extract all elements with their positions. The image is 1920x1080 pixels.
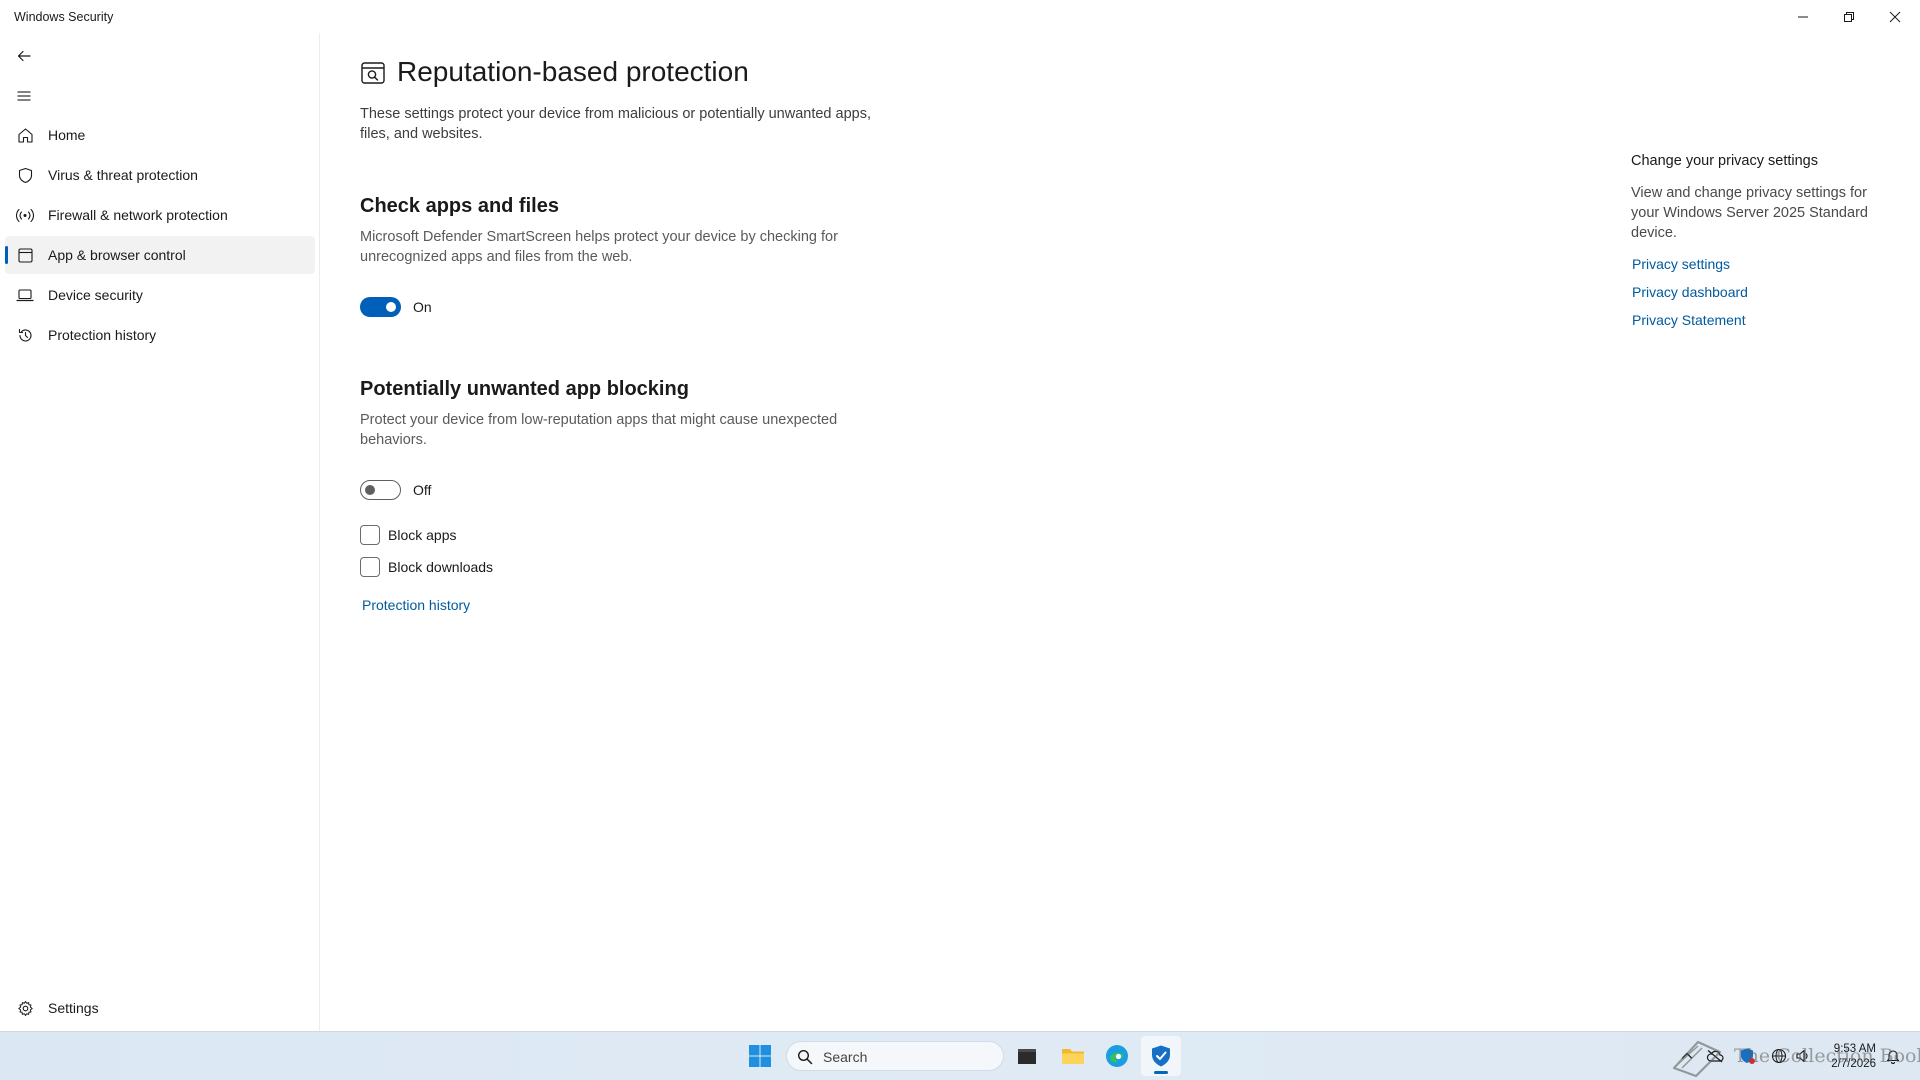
pua-description: Protect your device from low-reputation … xyxy=(360,412,838,448)
onedrive-tray-button[interactable] xyxy=(1706,1047,1724,1065)
notifications-button[interactable] xyxy=(1884,1047,1902,1065)
sidebar-item-firewall[interactable]: Firewall & network protection xyxy=(5,196,315,234)
block-apps-label: Block apps xyxy=(388,527,457,543)
laptop-icon xyxy=(16,286,34,304)
page-title: Reputation-based protection xyxy=(397,56,749,87)
minimize-button[interactable] xyxy=(1780,0,1826,33)
minimize-icon xyxy=(1798,16,1808,17)
protection-history-link[interactable]: Protection history xyxy=(362,597,470,613)
volume-tray-button[interactable] xyxy=(1794,1047,1812,1065)
active-app-indicator xyxy=(1154,1071,1168,1074)
pua-title: Potentially unwanted app blocking xyxy=(360,378,689,400)
sidebar-item-settings[interactable]: Settings xyxy=(5,989,315,1027)
restore-icon xyxy=(1844,11,1854,22)
chevron-up-icon xyxy=(1681,1052,1693,1059)
sidebar-item-protection-history[interactable]: Protection history xyxy=(5,316,315,354)
search-placeholder: Search xyxy=(823,1049,868,1065)
restore-button[interactable] xyxy=(1826,0,1872,33)
block-apps-checkbox[interactable] xyxy=(360,525,380,545)
shield-warning-icon xyxy=(1741,1048,1755,1064)
taskbar-search[interactable]: Search xyxy=(786,1041,1004,1071)
hamburger-menu-button[interactable] xyxy=(10,82,38,110)
privacy-settings-link[interactable]: Privacy settings xyxy=(1632,256,1730,272)
check-apps-toggle-state: On xyxy=(413,299,432,315)
block-downloads-checkbox[interactable] xyxy=(360,557,380,577)
sidebar-item-device-security[interactable]: Device security xyxy=(5,276,315,314)
gear-icon xyxy=(16,999,34,1017)
taskbar: Search 9:53 AM 2/7/2026 xyxy=(0,1031,1920,1080)
privacy-panel-title: Change your privacy settings xyxy=(1631,153,1818,169)
back-button[interactable] xyxy=(10,42,38,70)
sidebar-item-app-browser[interactable]: App & browser control xyxy=(5,236,315,274)
privacy-panel-description: View and change privacy settings for you… xyxy=(1631,185,1868,241)
reputation-protection-icon xyxy=(360,60,386,86)
sidebar-item-virus-threat[interactable]: Virus & threat protection xyxy=(5,156,315,194)
sidebar-item-label: App & browser control xyxy=(48,247,186,263)
back-arrow-icon xyxy=(17,50,31,62)
window-title: Windows Security xyxy=(14,10,114,24)
security-shield-icon xyxy=(1152,1045,1170,1067)
app-window-icon xyxy=(16,246,34,264)
cloud-icon xyxy=(1706,1050,1724,1063)
sidebar-item-label: Virus & threat protection xyxy=(48,167,198,183)
pua-toggle-state: Off xyxy=(413,482,432,498)
system-clock[interactable]: 9:53 AM 2/7/2026 xyxy=(1820,1042,1876,1072)
search-icon xyxy=(797,1049,813,1065)
file-explorer-button[interactable] xyxy=(1053,1036,1093,1076)
active-indicator xyxy=(5,246,8,264)
check-apps-title: Check apps and files xyxy=(360,195,559,217)
check-apps-description: Microsoft Defender SmartScreen helps pro… xyxy=(360,229,838,265)
privacy-dashboard-link[interactable]: Privacy dashboard xyxy=(1632,284,1748,300)
close-button[interactable] xyxy=(1872,0,1918,33)
sidebar-item-label: Home xyxy=(48,127,86,143)
toggle-knob xyxy=(386,302,396,312)
network-tray-button[interactable] xyxy=(1770,1047,1788,1065)
title-bar: Windows Security xyxy=(0,0,1920,33)
close-icon xyxy=(1889,11,1901,22)
edge-icon xyxy=(1106,1045,1128,1067)
sidebar-item-label: Device security xyxy=(48,287,143,303)
main-content: Reputation-based protection These settin… xyxy=(321,33,1920,1031)
windows-logo-icon xyxy=(749,1045,771,1067)
page-description: These settings protect your device from … xyxy=(360,106,871,142)
windows-security-taskbar-button[interactable] xyxy=(1141,1036,1181,1076)
edge-browser-button[interactable] xyxy=(1097,1036,1137,1076)
security-tray-button[interactable] xyxy=(1738,1047,1756,1065)
toggle-knob xyxy=(365,485,375,495)
clock-date: 2/7/2026 xyxy=(1831,1058,1876,1070)
sidebar: Home Virus & threat protection Firewall … xyxy=(0,33,320,1031)
sidebar-item-label: Protection history xyxy=(48,327,157,343)
terminal-button[interactable] xyxy=(1007,1036,1047,1076)
check-apps-toggle[interactable] xyxy=(360,297,401,317)
privacy-statement-link[interactable]: Privacy Statement xyxy=(1632,312,1746,328)
clock-time: 9:53 AM xyxy=(1833,1043,1876,1055)
wifi-antenna-icon xyxy=(16,206,34,224)
shield-icon xyxy=(16,166,34,184)
start-button[interactable] xyxy=(740,1036,780,1076)
hamburger-icon xyxy=(17,91,31,101)
pua-toggle[interactable] xyxy=(360,480,401,500)
network-globe-icon xyxy=(1771,1048,1787,1064)
terminal-icon xyxy=(1018,1049,1036,1064)
folder-icon xyxy=(1062,1049,1084,1064)
sidebar-item-home[interactable]: Home xyxy=(5,116,315,154)
show-hidden-icons-button[interactable] xyxy=(1678,1047,1696,1065)
block-downloads-label: Block downloads xyxy=(388,559,494,575)
settings-label: Settings xyxy=(48,1000,99,1016)
home-icon xyxy=(16,126,34,144)
notification-bell-icon xyxy=(1886,1050,1900,1064)
history-icon xyxy=(16,326,34,344)
speaker-icon xyxy=(1796,1049,1808,1063)
sidebar-item-label: Firewall & network protection xyxy=(48,207,228,223)
